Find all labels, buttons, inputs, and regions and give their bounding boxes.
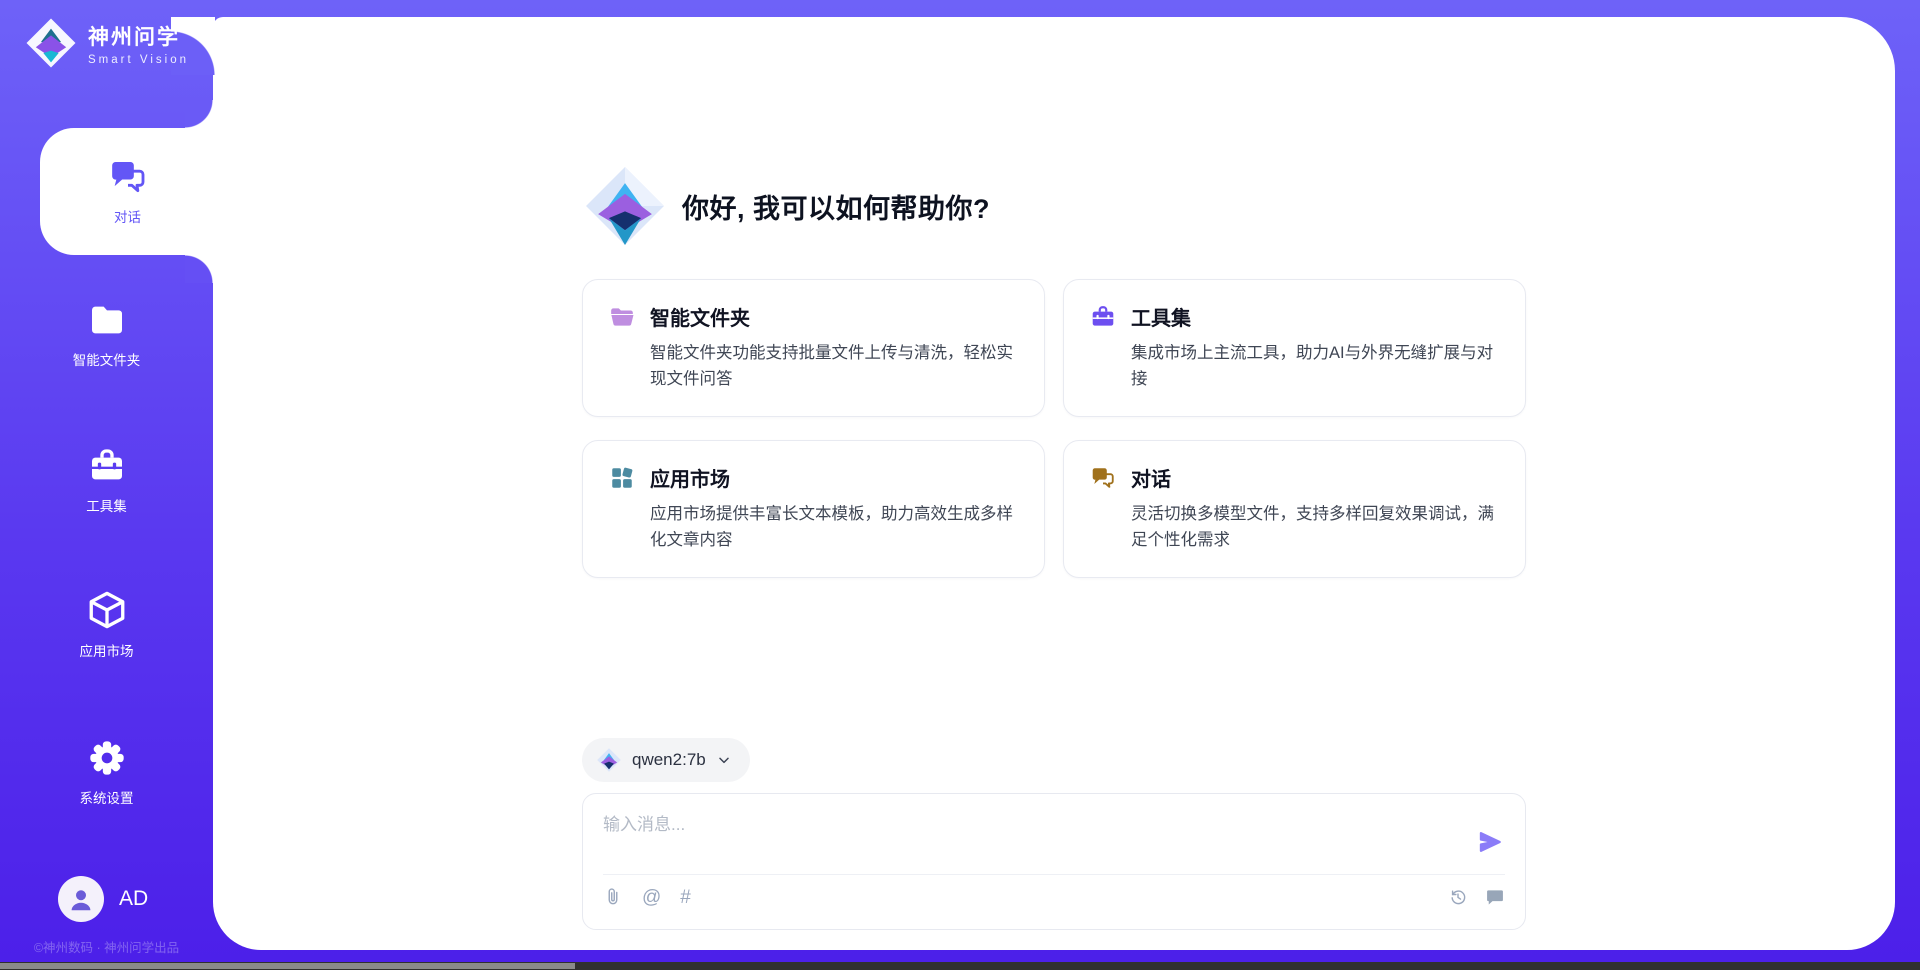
attachment-icon [603, 887, 623, 907]
topic-icon: # [680, 888, 691, 907]
model-name: qwen2:7b [632, 750, 706, 770]
card-smart-folder[interactable]: 智能文件夹 智能文件夹功能支持批量文件上传与清洗，轻松实现文件问答 [582, 279, 1045, 417]
brand-diamond-icon [24, 16, 78, 70]
avatar [58, 876, 104, 922]
history-button[interactable] [1448, 887, 1468, 907]
main-content: 你好, 我可以如何帮助你? 智能文件夹 智能文件夹功能支持批量文件上传与清洗，轻… [213, 17, 1895, 950]
brand-subtitle: Smart Vision [88, 54, 189, 66]
chevron-down-icon [716, 752, 732, 768]
sidebar: 神州问学 Smart Vision 对话 智能文件夹 [0, 0, 213, 970]
mention-icon: @ [642, 888, 661, 907]
sidebar-item-label: 系统设置 [80, 787, 134, 807]
card-description: 灵活切换多模型文件，支持多样回复效果调试，满足个性化需求 [1131, 502, 1499, 553]
sidebar-item-toolset[interactable]: 工具集 [0, 446, 213, 515]
comment-icon [1485, 887, 1505, 907]
chat-bubbles-icon [108, 157, 148, 197]
scrollbar-thumb[interactable] [0, 963, 575, 969]
copyright-text: ©神州数码 · 神州问学出品 [0, 937, 213, 956]
card-title: 应用市场 [650, 463, 730, 492]
user-name: AD [119, 887, 148, 911]
send-icon [1477, 829, 1503, 855]
greeting-title: 你好, 我可以如何帮助你? [682, 187, 990, 226]
feature-cards: 智能文件夹 智能文件夹功能支持批量文件上传与清洗，轻松实现文件问答 [582, 279, 1526, 578]
chat-bubbles-icon [1090, 465, 1116, 491]
user-account[interactable]: AD [58, 876, 148, 922]
cube-icon [86, 589, 128, 631]
assistant-diamond-icon [582, 163, 668, 249]
card-description: 应用市场提供丰富长文本模板，助力高效生成多样化文章内容 [650, 502, 1018, 553]
brand-logo: 神州问学 Smart Vision [24, 16, 189, 70]
horizontal-scrollbar[interactable] [0, 962, 1920, 970]
comment-button[interactable] [1485, 887, 1505, 907]
toolbox-icon [87, 446, 127, 486]
history-icon [1448, 887, 1468, 907]
gear-icon [87, 738, 127, 778]
sidebar-item-label: 对话 [114, 206, 141, 226]
card-description: 智能文件夹功能支持批量文件上传与清洗，轻松实现文件问答 [650, 341, 1018, 392]
card-chat[interactable]: 对话 灵活切换多模型文件，支持多样回复效果调试，满足个性化需求 [1063, 440, 1526, 578]
folder-icon [87, 300, 127, 340]
sidebar-item-smart-folder[interactable]: 智能文件夹 [0, 300, 213, 369]
sidebar-item-app-market[interactable]: 应用市场 [0, 589, 213, 660]
card-title: 智能文件夹 [650, 302, 750, 331]
mention-button[interactable]: @ [642, 888, 661, 907]
card-toolset[interactable]: 工具集 集成市场上主流工具，助力AI与外界无缝扩展与对接 [1063, 279, 1526, 417]
toolbox-icon [1090, 304, 1116, 330]
sidebar-item-chat[interactable]: 对话 [40, 128, 215, 255]
sidebar-item-label: 智能文件夹 [73, 349, 141, 369]
sidebar-item-label: 工具集 [86, 495, 127, 515]
app-grid-icon [609, 465, 635, 491]
card-title: 工具集 [1131, 302, 1191, 331]
greeting: 你好, 我可以如何帮助你? [582, 163, 1526, 249]
topic-button[interactable]: # [680, 888, 691, 907]
app-window: 神州问学 Smart Vision 对话 智能文件夹 [0, 0, 1920, 970]
card-title: 对话 [1131, 463, 1171, 492]
attachment-button[interactable] [603, 887, 623, 907]
folder-icon [609, 304, 635, 330]
card-app-market[interactable]: 应用市场 应用市场提供丰富长文本模板，助力高效生成多样化文章内容 [582, 440, 1045, 578]
sidebar-item-settings[interactable]: 系统设置 [0, 738, 213, 807]
person-icon [66, 884, 96, 914]
active-tab-curve-top [185, 100, 214, 128]
model-diamond-icon [596, 747, 622, 773]
card-description: 集成市场上主流工具，助力AI与外界无缝扩展与对接 [1131, 341, 1499, 392]
message-input[interactable] [603, 810, 1463, 864]
active-tab-curve-bottom [185, 255, 214, 283]
model-selector[interactable]: qwen2:7b [582, 738, 750, 782]
message-composer: @ # [582, 793, 1526, 930]
sidebar-item-label: 应用市场 [80, 640, 134, 660]
brand-name: 神州问学 [88, 21, 189, 51]
send-button[interactable] [1475, 827, 1505, 857]
